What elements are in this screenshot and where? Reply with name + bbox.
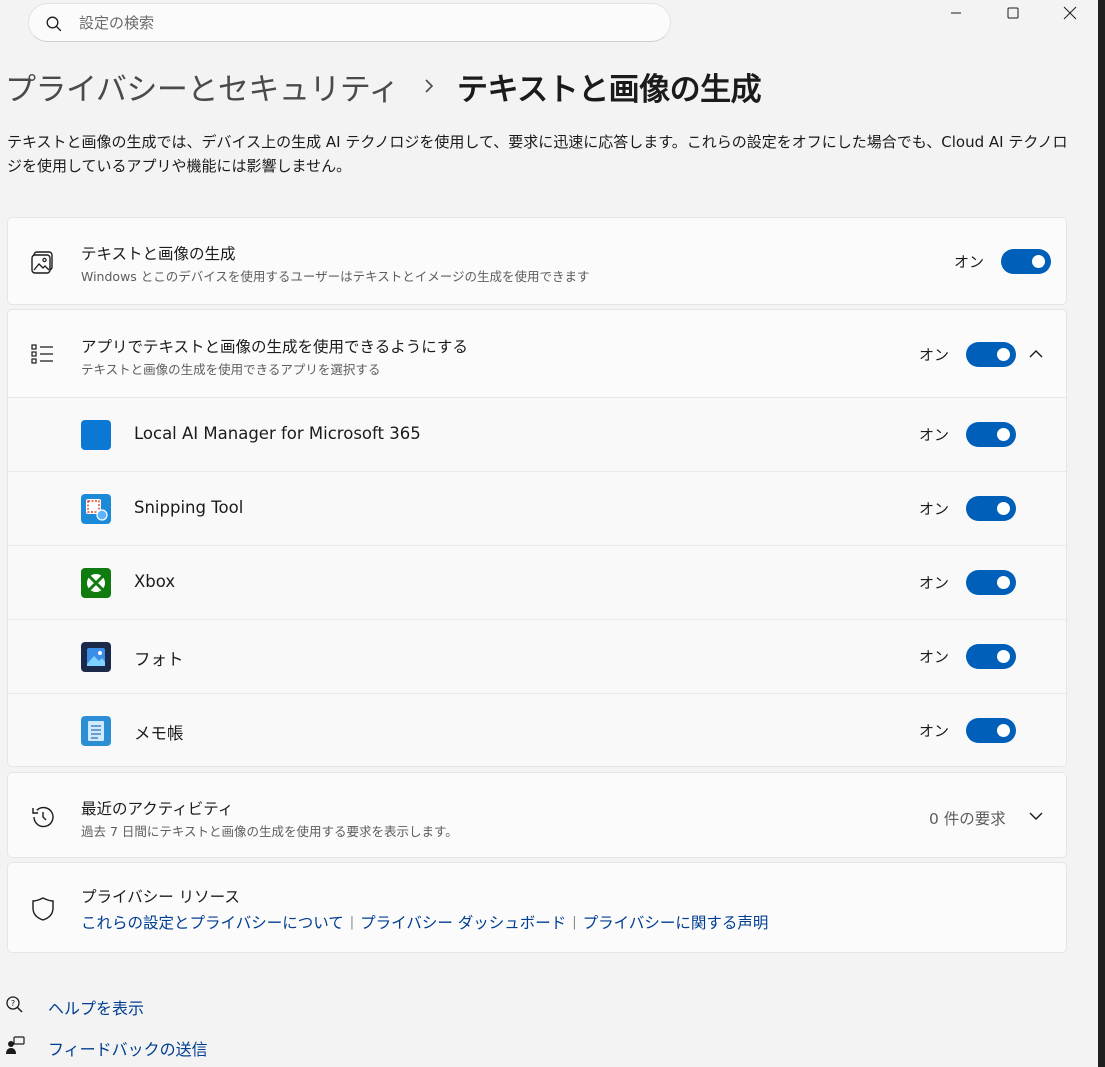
settings-search-box[interactable] xyxy=(28,3,671,42)
apps-setting-header[interactable]: アプリでテキストと画像の生成を使用できるようにする テキストと画像の生成を使用で… xyxy=(8,310,1066,397)
privacy-links: これらの設定とプライバシーについて | プライバシー ダッシュボード | プライ… xyxy=(81,911,768,933)
app-name: Xbox xyxy=(134,572,176,591)
toggle-state-label: オン xyxy=(919,722,950,740)
setting-label: アプリでテキストと画像の生成を使用できるようにする xyxy=(81,338,468,356)
toggle-state-label: オン xyxy=(919,500,950,518)
feedback-row: フィードバックの送信 xyxy=(5,1036,208,1060)
close-icon xyxy=(1063,6,1077,20)
app-toggle-group: オン xyxy=(919,718,1017,743)
privacy-dashboard-link[interactable]: プライバシー ダッシュボード xyxy=(360,911,566,933)
apps-setting-card: アプリでテキストと画像の生成を使用できるようにする テキストと画像の生成を使用で… xyxy=(7,309,1067,767)
chevron-up-icon[interactable] xyxy=(1026,344,1046,364)
snipping-tool-toggle[interactable] xyxy=(966,496,1017,521)
setting-description: テキストと画像の生成を使用できるアプリを選択する xyxy=(81,362,381,377)
feedback-icon xyxy=(5,1036,25,1060)
help-row: ? ヘルプを表示 xyxy=(5,995,144,1019)
app-row-notepad: メモ帳 オン xyxy=(8,693,1066,766)
app-name: メモ帳 xyxy=(134,724,184,743)
search-input[interactable] xyxy=(79,9,649,37)
link-separator: | xyxy=(572,914,577,930)
toggle-state-label: オン xyxy=(919,648,950,666)
history-icon xyxy=(30,804,56,830)
privacy-resources-card: プライバシー リソース これらの設定とプライバシーについて | プライバシー ダ… xyxy=(7,862,1067,953)
app-name: Snipping Tool xyxy=(134,498,244,517)
search-icon xyxy=(45,15,63,37)
xbox-toggle[interactable] xyxy=(966,570,1017,595)
app-toggle-group: オン xyxy=(919,570,1017,595)
setting-label: テキストと画像の生成 xyxy=(81,245,236,263)
app-row-local-ai-manager: Local AI Manager for Microsoft 365 オン xyxy=(8,397,1066,471)
app-name: フォト xyxy=(134,650,184,669)
close-button[interactable] xyxy=(1045,0,1095,26)
app-toggle-group: オン xyxy=(919,422,1017,447)
app-row-photos: フォト オン xyxy=(8,619,1066,693)
page-title: テキストと画像の生成 xyxy=(457,71,762,108)
app-row-xbox: Xbox オン xyxy=(8,545,1066,619)
toggle-state-label: オン xyxy=(919,346,950,364)
photos-toggle[interactable] xyxy=(966,644,1017,669)
notepad-toggle[interactable] xyxy=(966,718,1017,743)
feedback-link[interactable]: フィードバックの送信 xyxy=(48,1036,208,1060)
xbox-icon xyxy=(81,568,111,598)
maximize-icon xyxy=(1007,7,1019,19)
notepad-icon xyxy=(81,716,111,746)
setting-label: プライバシー リソース xyxy=(81,888,240,906)
shield-icon xyxy=(30,896,56,922)
minimize-icon xyxy=(951,12,961,14)
privacy-statement-link[interactable]: プライバシーに関する声明 xyxy=(583,911,769,933)
image-icon xyxy=(30,249,56,275)
recent-activity-card[interactable]: 最近のアクティビティ 過去 7 日間にテキストと画像の生成を使用する要求を表示し… xyxy=(7,772,1067,858)
breadcrumb-parent-link[interactable]: プライバシーとセキュリティ xyxy=(5,64,400,109)
toggle-state-label: オン xyxy=(919,574,950,592)
apps-toggle[interactable] xyxy=(966,342,1017,367)
text-image-generation-card: テキストと画像の生成 Windows とこのデバイスを使用するユーザーはテキスト… xyxy=(7,217,1067,305)
svg-text:?: ? xyxy=(11,999,15,1008)
app-row-snipping-tool: Snipping Tool オン xyxy=(8,471,1066,545)
main-toggle-group: オン xyxy=(954,249,1052,274)
privacy-settings-link[interactable]: これらの設定とプライバシーについて xyxy=(81,911,344,933)
breadcrumb: プライバシーとセキュリティ テキストと画像の生成 xyxy=(5,62,762,110)
app-name: Local AI Manager for Microsoft 365 xyxy=(134,424,421,443)
photos-icon xyxy=(81,642,111,672)
page-description: テキストと画像の生成では、デバイス上の生成 AI テクノロジを使用して、要求に迅… xyxy=(7,133,1068,175)
setting-description: 過去 7 日間にテキストと画像の生成を使用する要求を表示します。 xyxy=(81,824,458,839)
app-toggle-group: オン xyxy=(919,496,1017,521)
minimize-button[interactable] xyxy=(931,0,981,26)
chevron-right-icon xyxy=(423,78,435,94)
link-separator: | xyxy=(349,914,355,930)
text-image-generation-toggle[interactable] xyxy=(1001,249,1052,274)
maximize-button[interactable] xyxy=(988,0,1038,26)
help-link[interactable]: ヘルプを表示 xyxy=(48,995,144,1019)
list-icon xyxy=(30,342,56,368)
setting-label: 最近のアクティビティ xyxy=(81,800,234,818)
local-ai-manager-icon xyxy=(81,420,111,450)
app-toggle-group: オン xyxy=(919,644,1017,669)
snipping-tool-icon xyxy=(81,494,111,524)
chevron-down-icon[interactable] xyxy=(1026,806,1046,826)
local-ai-manager-toggle[interactable] xyxy=(966,422,1017,447)
toggle-state-label: オン xyxy=(919,426,950,444)
apps-toggle-group: オン xyxy=(919,342,1017,367)
setting-description: Windows とこのデバイスを使用するユーザーはテキストとイメージの生成を使用… xyxy=(81,269,590,284)
help-icon: ? xyxy=(5,995,25,1019)
window-edge xyxy=(1098,0,1105,1067)
toggle-state-label: オン xyxy=(954,253,985,271)
request-count: 0 件の要求 xyxy=(929,810,1006,828)
